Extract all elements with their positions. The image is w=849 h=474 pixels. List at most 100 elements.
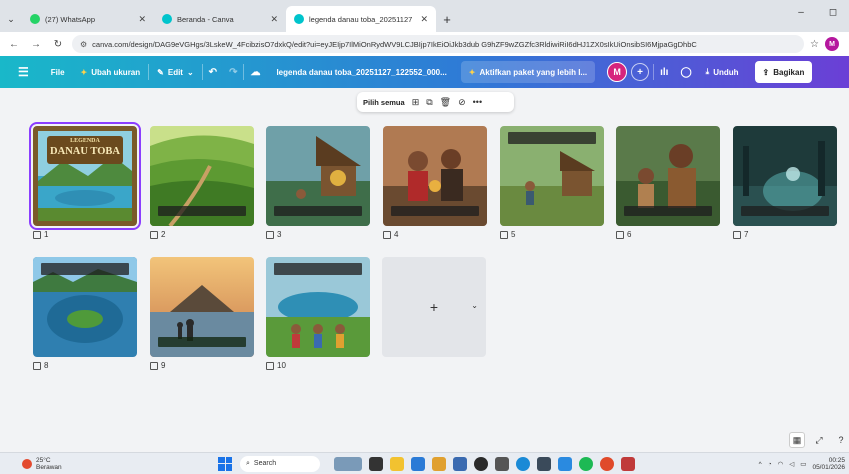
page-icon — [266, 361, 274, 370]
select-all-button[interactable]: Pilih semua — [363, 98, 405, 107]
browser-tab-whatsapp[interactable]: (27) WhatsApp ✕ — [22, 6, 154, 32]
analytics-icon[interactable]: ılı — [654, 56, 674, 88]
page-thumbnail-6[interactable]: 6 — [616, 126, 720, 239]
close-icon[interactable]: ✕ — [138, 14, 146, 25]
page-thumbnail-7[interactable]: 7 — [733, 126, 837, 239]
menu-icon[interactable]: ☰ — [0, 56, 43, 88]
user-avatar[interactable]: M — [607, 62, 628, 82]
page-preview — [266, 126, 370, 226]
redo-icon[interactable]: ↷ — [223, 56, 243, 88]
trash-icon[interactable]: 🗑 — [440, 97, 451, 108]
battery-icon[interactable]: ▭ — [800, 460, 806, 468]
browser-tab-canva-home[interactable]: Beranda - Canva ✕ — [154, 6, 286, 32]
add-page-icon[interactable]: ⊞ — [412, 97, 420, 108]
calculator-app-icon[interactable] — [537, 456, 551, 471]
browser-tab-canva-design[interactable]: legenda danau toba_20251127 ✕ — [286, 6, 436, 32]
page-preview — [733, 126, 837, 226]
spotify-app-icon[interactable] — [579, 456, 593, 471]
clock[interactable]: 00:25 05/01/2026 — [812, 457, 845, 471]
file-label: File — [50, 67, 65, 77]
design-title[interactable]: legenda danau toba_20251127_122552_000..… — [266, 56, 456, 88]
media-app-icon[interactable] — [474, 456, 488, 471]
photos-app-icon[interactable] — [432, 456, 446, 471]
pencil-icon: ✎ — [157, 67, 164, 77]
page-thumbnail-5[interactable]: 5 — [500, 126, 604, 239]
page-thumbnail-8[interactable]: 8 — [33, 257, 137, 370]
taskbar-search[interactable]: ⌕ Search — [240, 455, 320, 472]
volume-icon[interactable]: ◁ — [789, 460, 794, 468]
share-label: Bagikan — [773, 67, 805, 77]
task-view-icon[interactable] — [369, 456, 383, 471]
share-button[interactable]: ⇪ Bagikan — [754, 61, 813, 83]
edit-menu-button[interactable]: ✎ Edit ⌄ — [149, 56, 202, 88]
wifi-icon[interactable]: ◠ — [778, 460, 784, 468]
forward-icon[interactable]: → — [28, 36, 44, 52]
close-icon[interactable]: ✕ — [270, 14, 278, 25]
crown-icon: ✦ — [80, 67, 88, 77]
undo-icon[interactable]: ↶ — [203, 56, 223, 88]
file-explorer-icon[interactable] — [390, 456, 404, 471]
page-thumbnail-10[interactable]: 10 — [266, 257, 370, 370]
resize-button[interactable]: ✦ Ubah ukuran — [73, 56, 149, 88]
page-number-label: 5 — [500, 230, 515, 239]
tab-title: Beranda - Canva — [177, 14, 234, 24]
camera-app-icon[interactable] — [495, 456, 509, 471]
help-icon[interactable]: ? — [833, 432, 849, 448]
restore-icon[interactable]: ◻ — [817, 0, 849, 24]
caption-box — [274, 206, 362, 216]
download-button[interactable]: ⤓ Unduh — [698, 56, 747, 88]
cloud-saved-icon[interactable]: ☁ — [244, 56, 266, 88]
tab-search-icon[interactable]: ⌄ — [0, 6, 22, 32]
close-icon[interactable]: ✕ — [420, 14, 428, 25]
page-thumbnail-9[interactable]: 9 — [150, 257, 254, 370]
caption-box — [158, 206, 246, 216]
widgets-app-icon[interactable] — [334, 456, 362, 471]
upgrade-plan-button[interactable]: ✦ Aktifkan paket yang lebih l... — [460, 61, 596, 83]
reload-icon[interactable]: ↻ — [50, 36, 66, 52]
more-options-icon[interactable]: ••• — [473, 97, 482, 107]
selection-toolbar: Pilih semua ⊞ ⧉ 🗑 ⊘ ••• — [357, 92, 514, 112]
new-tab-button[interactable]: + — [436, 6, 458, 32]
mail-app-icon[interactable] — [558, 456, 572, 471]
fullscreen-icon[interactable]: ⤢ — [811, 432, 827, 448]
tab-title: (27) WhatsApp — [45, 14, 96, 24]
promo-label: Aktifkan paket yang lebih l... — [479, 67, 588, 77]
page-thumbnail-3[interactable]: 3 — [266, 126, 370, 239]
weather-widget[interactable]: 25°C Berawan — [0, 457, 210, 471]
minimize-icon[interactable]: – — [785, 0, 817, 24]
profile-avatar[interactable]: M — [825, 37, 839, 51]
app-icon[interactable] — [453, 456, 467, 471]
comment-icon[interactable]: ◯ — [674, 56, 697, 88]
file-menu-button[interactable]: File — [43, 56, 73, 88]
bookmark-star-icon[interactable]: ☆ — [810, 39, 819, 50]
chevron-down-icon[interactable]: ⌄ — [471, 301, 478, 310]
windows-start-icon[interactable] — [218, 456, 232, 471]
app-icon[interactable] — [621, 456, 635, 471]
site-settings-icon[interactable]: ⚙ — [80, 40, 87, 49]
url-field[interactable]: ⚙ canva.com/design/DAG9eVGHgs/3LskeW_4Fc… — [72, 35, 805, 53]
page-thumbnail-2[interactable]: 2 — [150, 126, 254, 239]
page-number: 1 — [44, 230, 49, 239]
chrome-browser-icon[interactable] — [600, 456, 614, 471]
page-thumbnail-1[interactable]: LEGENDA DANAU TOBA 1 — [29, 122, 141, 239]
invite-button[interactable]: + — [631, 63, 650, 81]
taskbar-apps — [334, 456, 635, 471]
add-page-button[interactable]: + ⌄ — [382, 257, 486, 357]
caption-box — [624, 206, 712, 216]
page-number-label: 3 — [266, 230, 281, 239]
network-icon[interactable]: ◔ — [768, 461, 772, 468]
plus-icon: + — [429, 299, 439, 315]
hide-icon[interactable]: ⊘ — [458, 97, 466, 108]
back-icon[interactable]: ← — [6, 36, 22, 52]
page-icon — [150, 230, 158, 239]
download-icon: ⤓ — [705, 67, 710, 76]
chevron-up-icon[interactable]: ^ — [759, 461, 762, 468]
page-icon — [150, 361, 158, 370]
store-app-icon[interactable] — [411, 456, 425, 471]
canva-icon — [294, 14, 304, 24]
page-thumbnail-4[interactable]: 4 — [383, 126, 487, 239]
edge-browser-icon[interactable] — [516, 456, 530, 471]
page-number-label: 2 — [150, 230, 165, 239]
duplicate-icon[interactable]: ⧉ — [426, 97, 432, 108]
grid-view-icon[interactable]: ▦ — [789, 432, 805, 448]
